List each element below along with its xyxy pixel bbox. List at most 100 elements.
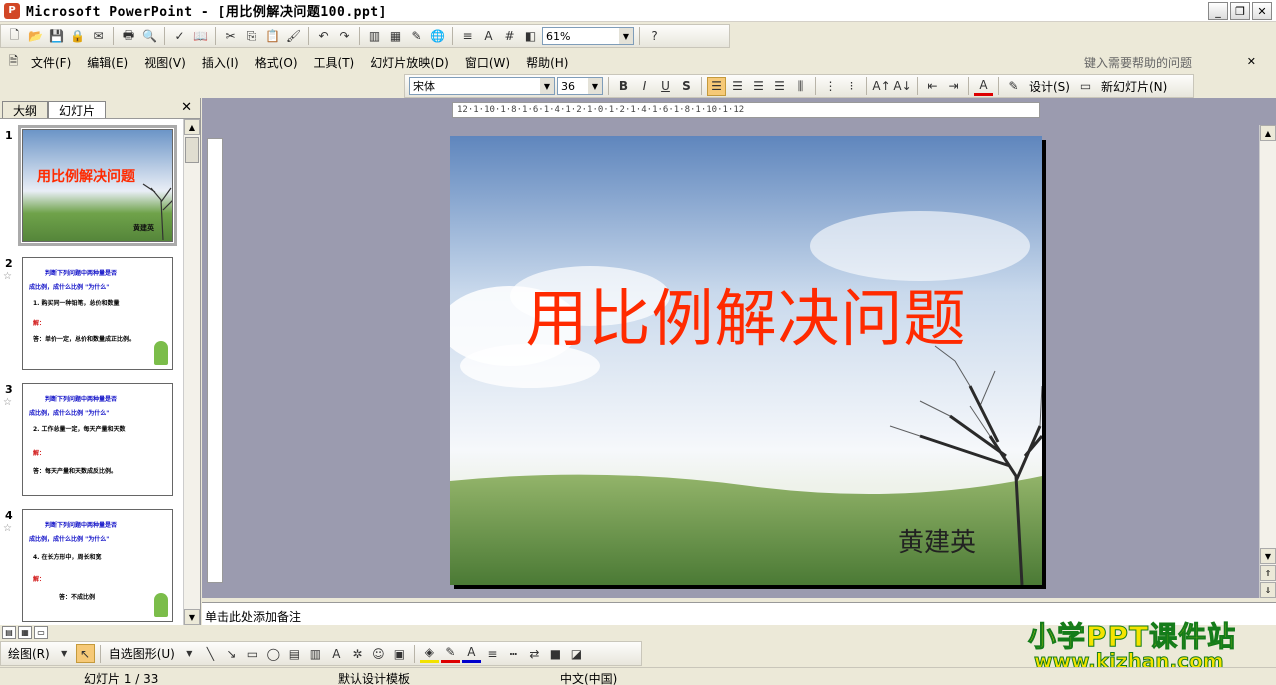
menu-insert[interactable]: 插入(I) <box>194 54 247 71</box>
restore-button[interactable]: ❐ <box>1230 2 1250 20</box>
arrow-style-icon[interactable]: ⇄ <box>525 644 544 663</box>
insert-hyperlink-icon[interactable]: 🌐 <box>428 27 447 46</box>
cut-icon[interactable]: ✂ <box>221 27 240 46</box>
wordart-icon[interactable]: A <box>327 644 346 663</box>
tab-slides[interactable]: 幻灯片 <box>48 101 107 118</box>
picture-icon[interactable]: ▣ <box>390 644 409 663</box>
font-select[interactable]: 宋体 ▼ <box>409 77 555 95</box>
chevron-down-icon[interactable]: ▼ <box>180 644 199 663</box>
line-style-icon[interactable]: ≡ <box>483 644 502 663</box>
slideshow-icon[interactable]: ▭ <box>34 626 48 639</box>
powerpoint-app-icon[interactable]: P <box>4 2 20 19</box>
paste-icon[interactable]: 📋 <box>263 27 282 46</box>
spelling-icon[interactable]: ✓ <box>170 27 189 46</box>
close-document-icon[interactable]: ✕ <box>1247 55 1256 68</box>
align-left-icon[interactable]: ☰ <box>707 76 726 96</box>
select-pointer-icon[interactable]: ↖ <box>75 644 95 663</box>
scroll-down-icon[interactable]: ▼ <box>184 609 200 625</box>
slide-author[interactable]: 黄建英 <box>898 522 976 559</box>
undo-icon[interactable]: ↶ <box>314 27 333 46</box>
slide-thumbnail[interactable]: 判断下列问题中两种量是否 成比例，成什么比例 "为什么" 4. 在长方形中，周长… <box>22 509 173 622</box>
insert-table-icon[interactable]: ▦ <box>386 27 405 46</box>
save-icon[interactable]: 💾 <box>47 27 66 46</box>
permission-icon[interactable]: 🔒 <box>68 27 87 46</box>
slide-scrollbar[interactable]: ▲ ▼ ⇑ ⇓ <box>1259 125 1276 598</box>
design-button[interactable]: 设计(S) <box>1025 78 1074 95</box>
format-painter-icon[interactable]: 🖌 <box>284 27 303 46</box>
font-color-icon[interactable]: A <box>974 77 993 96</box>
arrow-icon[interactable]: ↘ <box>222 644 241 663</box>
chevron-down-icon[interactable]: ▼ <box>540 78 554 94</box>
underline-button[interactable]: U <box>656 77 675 96</box>
help-search-input[interactable]: 键入需要帮助的问题 <box>1084 54 1192 71</box>
menu-slideshow[interactable]: 幻灯片放映(D) <box>362 54 457 71</box>
document-icon[interactable]: 🗎 <box>4 53 23 72</box>
open-folder-icon[interactable]: 📂 <box>26 27 45 46</box>
menu-tools[interactable]: 工具(T) <box>306 54 363 71</box>
justify-icon[interactable]: ☰ <box>770 77 789 96</box>
new-doc-icon[interactable]: 🗋 <box>5 27 24 46</box>
line-color-icon[interactable]: ✎ <box>440 644 460 663</box>
align-center-icon[interactable]: ☰ <box>728 77 747 96</box>
dash-style-icon[interactable]: ┅ <box>504 644 523 663</box>
chevron-down-icon[interactable]: ▼ <box>588 78 602 94</box>
show-grid-icon[interactable]: # <box>500 27 519 46</box>
help-icon[interactable]: ? <box>645 27 664 46</box>
draw-menu-button[interactable]: 绘图(R) <box>5 645 53 662</box>
line-icon[interactable]: ╲ <box>201 644 220 663</box>
font-size-select[interactable]: 36 ▼ <box>557 77 603 95</box>
menu-window[interactable]: 窗口(W) <box>457 54 518 71</box>
print-icon[interactable]: 🖶 <box>119 27 138 46</box>
decrease-indent-icon[interactable]: ⇤ <box>923 77 942 96</box>
research-icon[interactable]: 📖 <box>191 27 210 46</box>
scrollbar-thumb[interactable] <box>185 137 199 163</box>
slide-sorter-icon[interactable]: ▦ <box>18 626 32 639</box>
close-pane-icon[interactable]: ✕ <box>181 100 192 115</box>
expand-all-icon[interactable]: ≡ <box>458 27 477 46</box>
menu-edit[interactable]: 编辑(E) <box>79 54 136 71</box>
slide-thumbnail[interactable]: 用比例解决问题 黄建英 <box>18 125 177 246</box>
current-slide[interactable]: 用比例解决问题 黄建英 <box>450 136 1042 585</box>
shadow-style-icon[interactable]: ■ <box>546 644 565 663</box>
new-slide-icon[interactable]: ▭ <box>1076 77 1095 96</box>
normal-view-icon[interactable]: ▤ <box>2 626 16 639</box>
copy-icon[interactable]: ⎘ <box>242 27 261 46</box>
slide-thumbnail[interactable]: 判断下列问题中两种量是否 成比例，成什么比例 "为什么" 1. 购买同一种铅笔，… <box>22 257 173 370</box>
vertical-textbox-icon[interactable]: ▥ <box>306 644 325 663</box>
menu-help[interactable]: 帮助(H) <box>518 54 576 71</box>
font-color-icon[interactable]: A <box>461 644 481 663</box>
zoom-select[interactable]: 61% ▼ <box>542 27 634 45</box>
scroll-down-icon[interactable]: ▼ <box>1260 548 1276 564</box>
align-right-icon[interactable]: ☰ <box>749 77 768 96</box>
design-icon[interactable]: ✎ <box>1004 77 1023 96</box>
decrease-font-icon[interactable]: A↓ <box>893 77 912 96</box>
redo-icon[interactable]: ↷ <box>335 27 354 46</box>
textbox-icon[interactable]: ▤ <box>285 644 304 663</box>
next-slide-icon[interactable]: ⇓ <box>1260 582 1276 598</box>
italic-button[interactable]: I <box>635 77 654 96</box>
minimize-button[interactable]: _ <box>1208 2 1228 20</box>
close-button[interactable]: ✕ <box>1252 2 1272 20</box>
tab-outline[interactable]: 大纲 <box>2 101 49 118</box>
chevron-down-icon[interactable]: ▼ <box>619 28 633 44</box>
insert-chart-icon[interactable]: ▥ <box>365 27 384 46</box>
new-slide-button[interactable]: 新幻灯片(N) <box>1097 78 1171 95</box>
show-formatting-icon[interactable]: A <box>479 27 498 46</box>
oval-icon[interactable]: ◯ <box>264 644 283 663</box>
increase-font-icon[interactable]: A↑ <box>872 77 891 96</box>
color-grayscale-icon[interactable]: ◧ <box>521 27 540 46</box>
autoshapes-button[interactable]: 自选图形(U) <box>106 645 178 662</box>
3d-style-icon[interactable]: ◪ <box>567 644 586 663</box>
scroll-up-icon[interactable]: ▲ <box>184 119 200 135</box>
shadow-button[interactable]: S <box>677 77 696 96</box>
clipart-icon[interactable]: ☺ <box>369 644 388 663</box>
scroll-up-icon[interactable]: ▲ <box>1260 125 1276 141</box>
numbering-icon[interactable]: ⋮ <box>821 77 840 96</box>
email-icon[interactable]: ✉ <box>89 27 108 46</box>
tables-borders-icon[interactable]: ✎ <box>407 27 426 46</box>
chevron-down-icon[interactable]: ▼ <box>55 644 74 663</box>
rectangle-icon[interactable]: ▭ <box>243 644 262 663</box>
diagram-icon[interactable]: ✲ <box>348 644 367 663</box>
menu-file[interactable]: 文件(F) <box>23 54 79 71</box>
fill-color-icon[interactable]: ◈ <box>419 644 439 663</box>
